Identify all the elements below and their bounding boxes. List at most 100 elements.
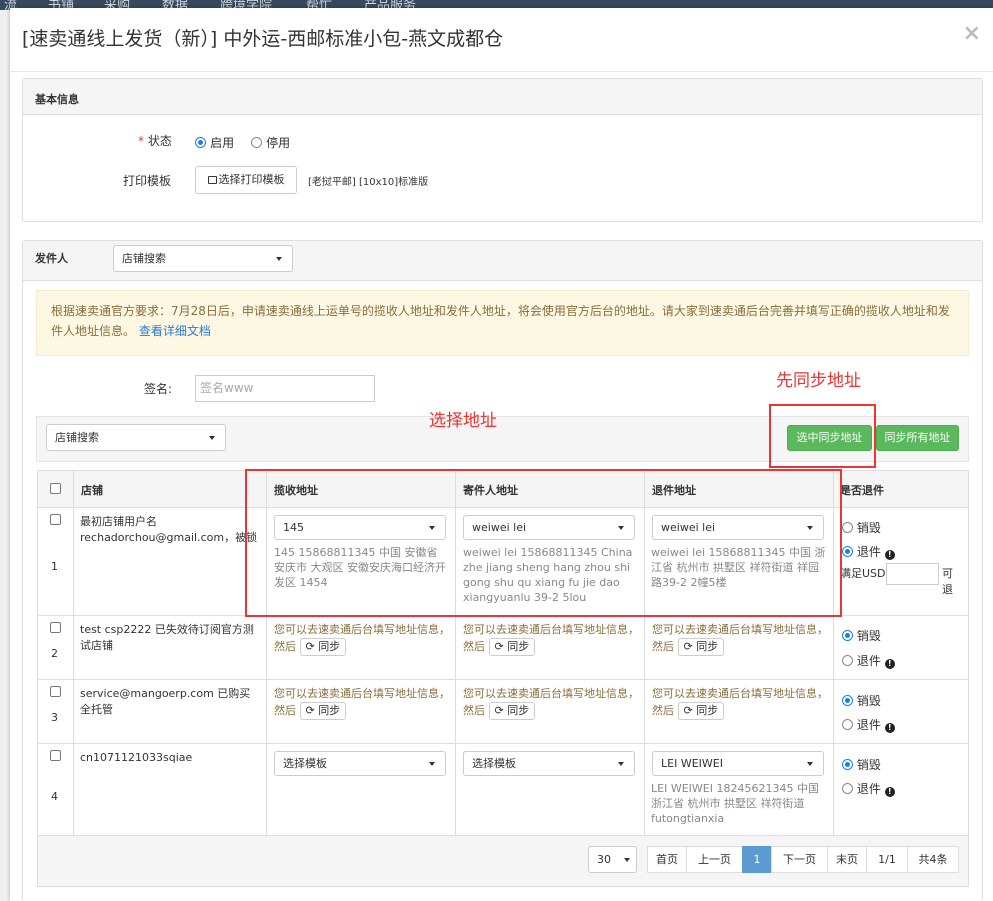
- radio-unchecked-icon: [842, 719, 853, 730]
- first-page-button[interactable]: 首页: [647, 846, 687, 873]
- row-checkbox[interactable]: [50, 622, 61, 633]
- radio-checked-icon: [195, 137, 206, 148]
- th-store: 店铺: [81, 484, 103, 497]
- info-icon: !: [884, 659, 895, 669]
- option-destroy[interactable]: 销毁: [842, 757, 881, 773]
- option-destroy[interactable]: 销毁: [842, 520, 881, 536]
- sender-address-select[interactable]: 选择模板: [463, 751, 635, 776]
- basic-info-panel: 基本信息: [22, 78, 983, 222]
- row-checkbox[interactable]: [50, 686, 61, 697]
- annotation-choose-address: 选择地址: [429, 411, 497, 431]
- row-checkbox[interactable]: [50, 514, 61, 525]
- close-icon[interactable]: ×: [963, 21, 981, 46]
- chevron-down-icon: [209, 435, 215, 440]
- pickup-sync-tip: 您可以去速卖通后台填写地址信息，然后 ⟳ 同步: [274, 622, 452, 656]
- usd-threshold-input[interactable]: [886, 563, 939, 585]
- meet-usd-label: 满足USD: [840, 567, 886, 580]
- sender-store-select-value: 店铺搜索: [122, 252, 166, 265]
- page-size-select[interactable]: 30: [588, 846, 637, 873]
- radio-unchecked-icon: [842, 655, 853, 666]
- th-is-return: 是否退件: [840, 484, 884, 497]
- sync-button[interactable]: ⟳ 同步: [299, 638, 347, 656]
- table-border: [968, 470, 969, 886]
- info-icon: !: [884, 723, 895, 733]
- option-return[interactable]: 退件 !: [842, 653, 895, 669]
- option-return-label: 退件: [856, 782, 881, 796]
- table-border: [37, 886, 969, 887]
- radio-unchecked-icon: [842, 522, 853, 533]
- sync-button-label: 同步: [318, 704, 341, 717]
- return-address-text: LEI WEIWEI 18245621345 中国 浙江省 杭州市 拱墅区 祥符…: [651, 782, 819, 825]
- filter-store-select[interactable]: 店铺搜索: [46, 424, 226, 451]
- row-store-name: 最初店铺用户名rechadorchou@gmail.com，被锁: [80, 515, 258, 544]
- total-count: 共4条: [907, 846, 959, 873]
- table-border: [37, 679, 969, 680]
- sender-sync-tip: 您可以去速卖通后台填写地址信息，然后 ⟳ 同步: [463, 686, 641, 720]
- annotation-box-address: [245, 469, 842, 617]
- basic-info-heading: 基本信息: [23, 79, 982, 115]
- table-border: [37, 743, 969, 744]
- return-address-select[interactable]: LEI WEIWEI: [652, 751, 824, 776]
- status-enable-radio[interactable]: 启用: [195, 134, 234, 151]
- sender-sync-tip: 您可以去速卖通后台填写地址信息，然后 ⟳ 同步: [463, 622, 641, 656]
- header-divider: [10, 71, 993, 72]
- print-template-value: [老挝平邮] [10x10]标准版: [308, 177, 429, 188]
- annotation-sync-first: 先同步地址: [776, 371, 861, 391]
- return-address-value: LEI WEIWEI: [661, 757, 723, 770]
- row-number: 3: [51, 711, 58, 724]
- option-return[interactable]: 退件 !: [842, 717, 895, 733]
- chevron-down-icon: [618, 761, 624, 766]
- select-print-template-label: 选择打印模板: [218, 173, 285, 186]
- sync-button[interactable]: ⟳ 同步: [299, 702, 347, 720]
- option-return-label: 退件: [856, 545, 881, 559]
- select-print-template-button[interactable]: 选择打印模板: [195, 166, 297, 194]
- current-page-button[interactable]: 1: [742, 846, 772, 873]
- next-page-button[interactable]: 下一页: [771, 846, 828, 873]
- table-border: [73, 470, 74, 835]
- status-disable-radio[interactable]: 停用: [251, 134, 290, 151]
- row-store-name: test csp2222 已失效待订阅官方测试店铺: [80, 623, 254, 652]
- status-label-text: 状态: [147, 134, 172, 148]
- row-number: 1: [51, 560, 58, 573]
- option-destroy-label: 销毁: [856, 521, 881, 535]
- status-label: * 状态: [138, 132, 172, 149]
- radio-unchecked-icon: [842, 783, 853, 794]
- select-all-checkbox[interactable]: [50, 483, 61, 494]
- sync-button[interactable]: ⟳ 同步: [488, 702, 536, 720]
- can-return-label: 可退: [942, 567, 953, 596]
- row-store-name: service@mangoerp.com 已购买 全托管: [80, 687, 251, 716]
- table-border: [37, 835, 969, 836]
- filter-store-select-value: 店铺搜索: [55, 431, 99, 444]
- printer-icon: [207, 176, 217, 184]
- radio-unchecked-icon: [251, 137, 262, 148]
- option-destroy[interactable]: 销毁: [842, 693, 881, 709]
- table-border: [37, 470, 38, 886]
- required-mark: *: [138, 134, 144, 148]
- disable-label: 停用: [266, 136, 291, 150]
- sender-address-value: 选择模板: [472, 757, 516, 770]
- row-checkbox[interactable]: [50, 750, 61, 761]
- return-sync-tip: 您可以去速卖通后台填写地址信息，然后 ⟳ 同步: [652, 622, 830, 656]
- signature-input[interactable]: 签名www: [195, 375, 375, 402]
- sync-button[interactable]: ⟳ 同步: [488, 638, 536, 656]
- notice-doc-link[interactable]: 查看详细文档: [139, 324, 211, 338]
- last-page-button[interactable]: 末页: [827, 846, 867, 873]
- radio-checked-icon: [842, 759, 853, 770]
- sender-store-select[interactable]: 店铺搜索: [113, 245, 293, 272]
- option-destroy[interactable]: 销毁: [842, 628, 881, 644]
- chevron-down-icon: [807, 761, 813, 766]
- option-return[interactable]: 退件 !: [842, 781, 895, 797]
- prev-page-button[interactable]: 上一页: [686, 846, 743, 873]
- pickup-address-select[interactable]: 选择模板: [274, 751, 446, 776]
- option-destroy-label: 销毁: [856, 629, 881, 643]
- info-icon: !: [884, 787, 895, 797]
- radio-checked-icon: [842, 695, 853, 706]
- option-return[interactable]: 退件 !: [842, 544, 895, 560]
- sync-all-button[interactable]: 同步所有地址: [876, 425, 959, 451]
- pickup-address-value: 选择模板: [283, 757, 327, 770]
- sync-button[interactable]: ⟳ 同步: [677, 638, 725, 656]
- print-template-label: 打印模板: [123, 174, 172, 188]
- row-number: 4: [51, 790, 58, 803]
- sync-button[interactable]: ⟳ 同步: [677, 702, 725, 720]
- row-number: 2: [51, 647, 58, 660]
